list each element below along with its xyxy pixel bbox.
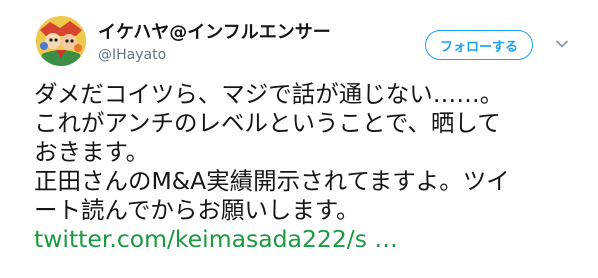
tweet-line: おきます。	[34, 138, 150, 166]
tweet-line: これがアンチのレベルということで、晒して	[34, 109, 501, 137]
tweet-link[interactable]: twitter.com/keimasada222/s …	[34, 225, 574, 254]
avatar-illustration-icon	[36, 16, 86, 66]
tweet-text: ダメだコイツら、マジで話が通じない……。 これがアンチのレベルということで、晒し…	[34, 80, 574, 254]
chevron-down-icon[interactable]	[554, 36, 570, 52]
tweet-line: ート読んでからお願いします。	[34, 196, 360, 224]
follow-button[interactable]: フォローする	[425, 30, 533, 60]
user-handle[interactable]: @IHayato	[98, 47, 166, 63]
tweet-line: ダメだコイツら、マジで話が通じない……。	[34, 80, 504, 108]
avatar[interactable]	[36, 16, 86, 66]
tweet-line: 正田さんのM&A実績開示されてますよ。ツイ	[34, 167, 510, 195]
tweet-card: イケハヤ@インフルエンサー @IHayato フォローする ダメだコイツら、マジ…	[0, 0, 598, 278]
tweet-header: イケハヤ@インフルエンサー @IHayato フォローする	[36, 16, 576, 68]
display-name[interactable]: イケハヤ@インフルエンサー	[98, 18, 331, 44]
